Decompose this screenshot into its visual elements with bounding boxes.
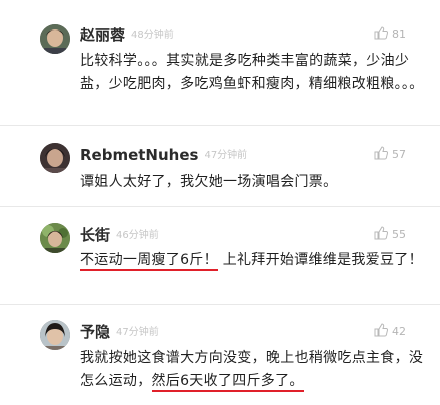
comment-text: 我就按她这食谱大方向没变，晚上也稍微吃点主食，没怎么运动，然后6天收了四斤多了。 (80, 347, 425, 393)
like-button[interactable]: 55 (374, 226, 406, 244)
comment-item: RebmetNuhes 47分钟前 57 谭姐人太好了，我欠她一场演唱会门票。 (0, 126, 440, 206)
avatar[interactable] (40, 143, 70, 173)
comment-author[interactable]: RebmetNuhes 47分钟前 (80, 146, 247, 165)
comment-time: 46分钟前 (116, 229, 159, 241)
comment-text: 比较科学。。。其实就是多吃种类丰富的蔬菜，少油少盐，少吃肥肉，多吃鸡鱼虾和瘦肉，… (80, 53, 424, 92)
highlighted-text: 不运动一周瘦了6斤！ (80, 252, 218, 271)
comment-time: 47分钟前 (204, 149, 248, 161)
thumbs-up-icon (374, 323, 389, 337)
avatar[interactable] (40, 24, 70, 54)
author-name[interactable]: 长街 (80, 226, 110, 244)
comment-text-rest: 上礼拜开始谭维维是我爱豆了！ (222, 252, 423, 268)
author-name[interactable]: 赵丽蓉 (80, 26, 125, 44)
comment-text: 谭姐人太好了，我欠她一场演唱会门票。 (80, 174, 338, 190)
comment-list: 赵丽蓉 48分钟前 81 比较科学。。。其实就是多吃种类丰富的蔬菜，少油少盐，少吃… (0, 0, 440, 405)
avatar[interactable] (40, 223, 70, 253)
author-name[interactable]: RebmetNuhes (80, 146, 198, 164)
comment-author[interactable]: 予隐 47分钟前 (80, 323, 159, 342)
comment-item: 赵丽蓉 48分钟前 81 比较科学。。。其实就是多吃种类丰富的蔬菜，少油少盐，少吃… (0, 0, 440, 125)
like-button[interactable]: 81 (374, 26, 406, 44)
comment-item: 长街 46分钟前 55 不运动一周瘦了6斤！ 上礼拜开始谭维维是我爱豆了！ (0, 207, 440, 304)
like-count: 57 (392, 148, 406, 161)
comment-item: 予隐 47分钟前 42 我就按她这食谱大方向没变，晚上也稍微吃点主食，没怎么运动，… (0, 305, 440, 405)
comment-time: 47分钟前 (116, 326, 159, 338)
like-button[interactable]: 42 (374, 323, 406, 341)
comment-author[interactable]: 赵丽蓉 48分钟前 (80, 26, 174, 45)
comment-author[interactable]: 长街 46分钟前 (80, 226, 159, 245)
thumbs-up-icon (374, 226, 389, 240)
avatar[interactable] (40, 320, 70, 350)
highlighted-text: 然后6天收了四斤多了。 (151, 373, 304, 392)
thumbs-up-icon (374, 146, 389, 160)
like-count: 55 (392, 228, 406, 241)
comment-time: 48分钟前 (131, 29, 174, 41)
like-count: 42 (392, 325, 406, 338)
thumbs-up-icon (374, 26, 389, 40)
comment-text: 不运动一周瘦了6斤！ 上礼拜开始谭维维是我爱豆了！ (80, 249, 425, 272)
like-count: 81 (392, 28, 406, 41)
author-name[interactable]: 予隐 (80, 323, 110, 341)
like-button[interactable]: 57 (374, 146, 406, 164)
